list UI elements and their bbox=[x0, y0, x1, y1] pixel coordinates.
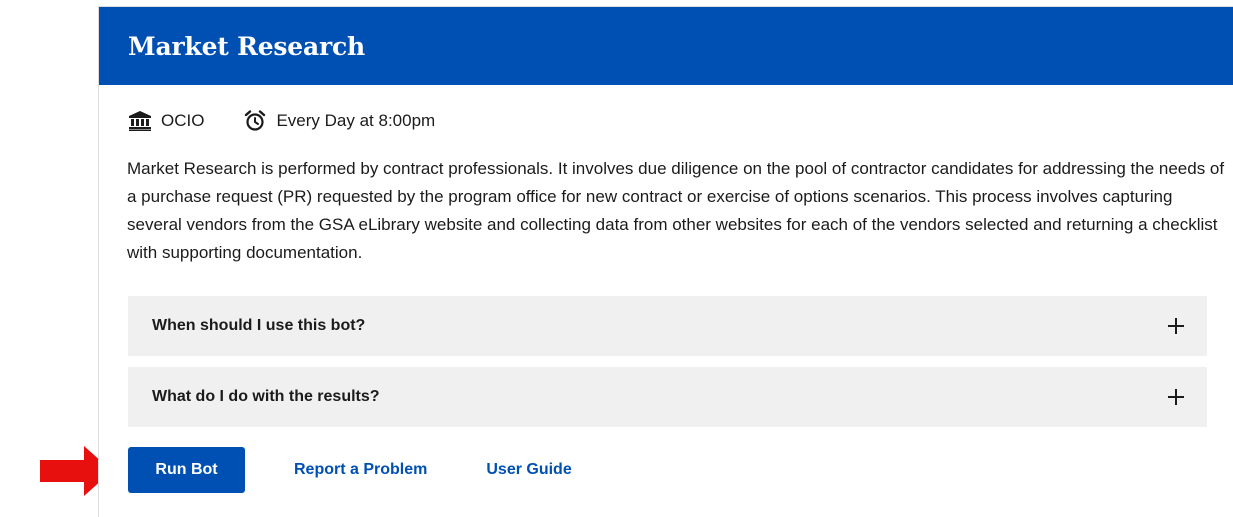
office-label: OCIO bbox=[161, 111, 205, 130]
bot-card: Market Research OCIO Every Day at 8:00pm… bbox=[98, 6, 1233, 517]
run-bot-button[interactable]: Run Bot bbox=[128, 447, 245, 493]
page: Market Research OCIO Every Day at 8:00pm… bbox=[0, 0, 1233, 517]
user-guide-link[interactable]: User Guide bbox=[486, 461, 571, 479]
schedule-label: Every Day at 8:00pm bbox=[276, 111, 436, 130]
bot-meta: OCIO Every Day at 8:00pm bbox=[129, 110, 435, 132]
bot-description: Market Research is performed by contract… bbox=[127, 159, 1225, 262]
plus-icon bbox=[1168, 318, 1184, 334]
office-meta: OCIO bbox=[129, 111, 204, 131]
building-columns-icon bbox=[129, 111, 151, 131]
schedule-meta: Every Day at 8:00pm bbox=[244, 110, 435, 132]
report-problem-link[interactable]: Report a Problem bbox=[294, 461, 427, 479]
plus-icon bbox=[1168, 389, 1184, 405]
card-title: Market Research bbox=[128, 31, 365, 61]
card-header: Market Research bbox=[99, 7, 1233, 85]
accordion-what-to-do-with-results[interactable]: What do I do with the results? bbox=[128, 367, 1207, 427]
accordion-label: What do I do with the results? bbox=[152, 388, 380, 405]
alarm-clock-icon bbox=[245, 110, 266, 131]
accordion-label: When should I use this bot? bbox=[152, 317, 366, 334]
card-actions: Run Bot Report a Problem User Guide bbox=[128, 447, 572, 493]
accordion-when-to-use[interactable]: When should I use this bot? bbox=[128, 296, 1207, 356]
